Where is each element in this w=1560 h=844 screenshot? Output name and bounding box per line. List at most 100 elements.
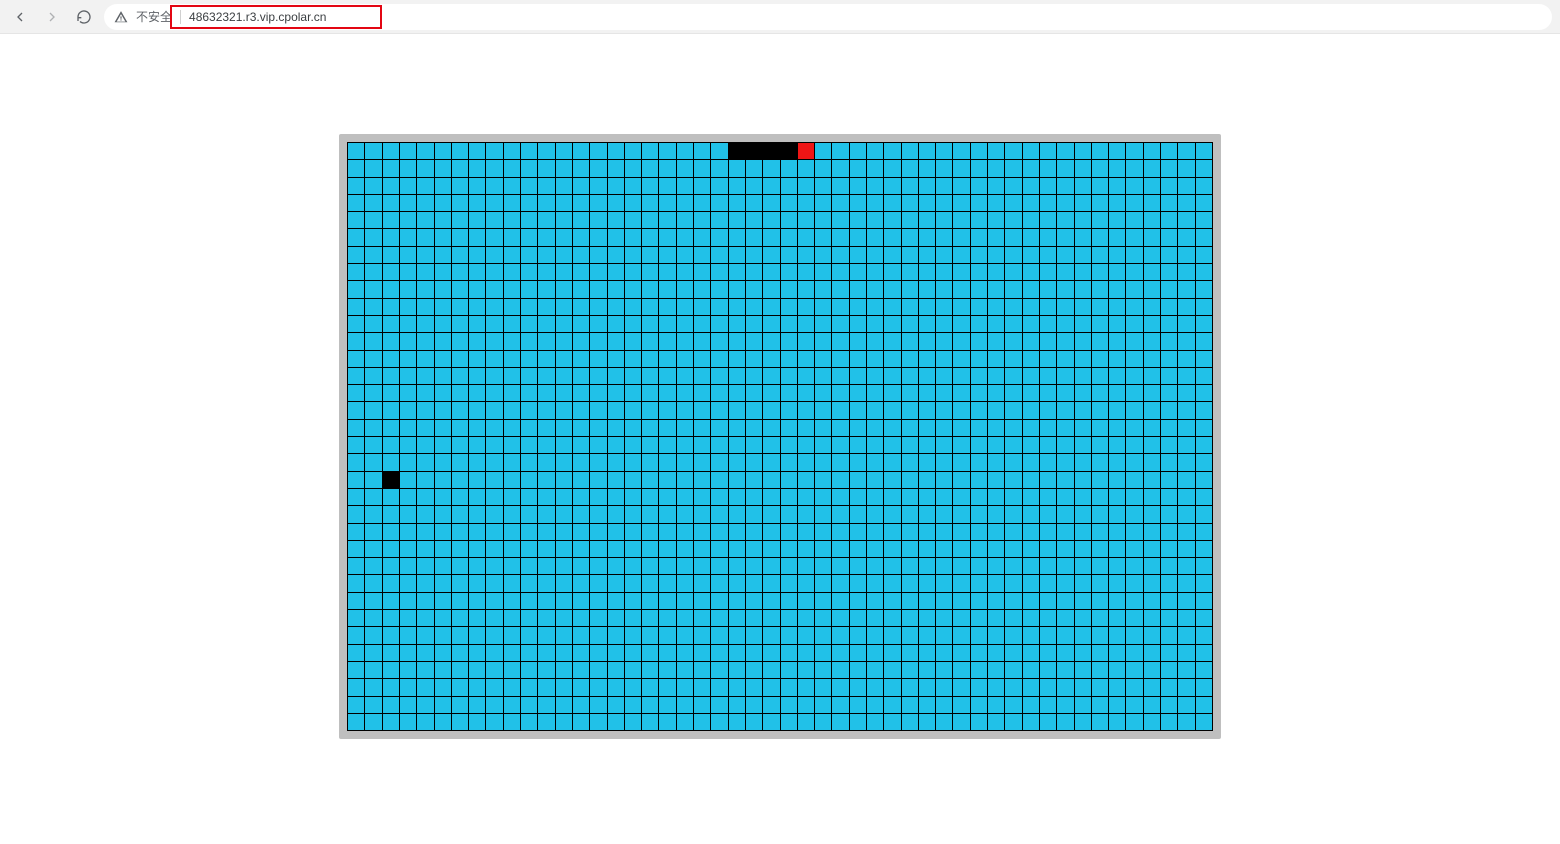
snake-game-board[interactable] (347, 142, 1213, 731)
grid-cell (469, 299, 485, 315)
grid-cell (832, 368, 848, 384)
grid-cell (486, 351, 502, 367)
grid-cell (417, 437, 433, 453)
grid-cell (711, 575, 727, 591)
grid-cell (746, 506, 762, 522)
grid-cell (1161, 679, 1177, 695)
grid-cell (850, 385, 866, 401)
grid-cell (556, 351, 572, 367)
grid-cell (971, 351, 987, 367)
grid-cell (556, 402, 572, 418)
grid-cell (729, 368, 745, 384)
grid-cell (642, 454, 658, 470)
grid-cell (677, 281, 693, 297)
grid-cell (590, 610, 606, 626)
grid-cell (573, 143, 589, 159)
grid-cell (815, 627, 831, 643)
grid-cell (867, 558, 883, 574)
grid-cell (850, 420, 866, 436)
grid-cell (625, 143, 641, 159)
grid-cell (469, 316, 485, 332)
grid-cell (1092, 212, 1108, 228)
grid-cell (763, 627, 779, 643)
back-button[interactable] (8, 5, 32, 29)
grid-cell (556, 160, 572, 176)
grid-cell (417, 368, 433, 384)
grid-cell (1023, 385, 1039, 401)
grid-cell (729, 697, 745, 713)
reload-button[interactable] (72, 5, 96, 29)
grid-cell (1057, 247, 1073, 263)
grid-cell (867, 264, 883, 280)
grid-cell (711, 264, 727, 280)
grid-cell (850, 178, 866, 194)
grid-cell (988, 160, 1004, 176)
grid-cell (573, 627, 589, 643)
grid-cell (902, 593, 918, 609)
grid-cell (867, 281, 883, 297)
grid-cell (469, 212, 485, 228)
grid-cell (1005, 610, 1021, 626)
grid-cell (919, 368, 935, 384)
grid-cell (642, 178, 658, 194)
grid-cell (659, 299, 675, 315)
grid-cell (711, 506, 727, 522)
grid-cell (1023, 402, 1039, 418)
grid-cell (1144, 541, 1160, 557)
grid-cell (435, 299, 451, 315)
grid-cell (556, 229, 572, 245)
grid-cell (850, 714, 866, 730)
grid-cell (1023, 195, 1039, 211)
grid-cell (815, 489, 831, 505)
grid-cell (521, 506, 537, 522)
grid-cell (1023, 212, 1039, 228)
grid-cell (659, 575, 675, 591)
grid-cell (832, 212, 848, 228)
grid-cell (538, 420, 554, 436)
grid-cell (452, 472, 468, 488)
insecure-label: 不安全 (136, 8, 172, 25)
grid-cell (867, 195, 883, 211)
grid-cell (763, 593, 779, 609)
grid-cell (1092, 541, 1108, 557)
grid-cell (815, 264, 831, 280)
grid-cell (608, 229, 624, 245)
grid-cell (867, 402, 883, 418)
grid-cell (1161, 714, 1177, 730)
grid-cell (867, 143, 883, 159)
grid-cell (1144, 472, 1160, 488)
address-bar[interactable]: 不安全 48632321.r3.vip.cpolar.cn (104, 4, 1552, 30)
grid-cell (452, 247, 468, 263)
grid-cell (590, 472, 606, 488)
grid-cell (1075, 558, 1091, 574)
grid-cell (608, 697, 624, 713)
grid-cell (573, 454, 589, 470)
grid-cell (781, 472, 797, 488)
forward-button[interactable] (40, 5, 64, 29)
grid-cell (815, 593, 831, 609)
grid-cell (1196, 333, 1212, 349)
grid-cell (988, 316, 1004, 332)
grid-cell (832, 697, 848, 713)
grid-cell (1075, 679, 1091, 695)
grid-cell (815, 247, 831, 263)
grid-cell (573, 178, 589, 194)
grid-cell (348, 178, 364, 194)
grid-cell (694, 472, 710, 488)
grid-cell (1178, 524, 1194, 540)
grid-cell (729, 160, 745, 176)
grid-cell (590, 714, 606, 730)
grid-cell (832, 541, 848, 557)
grid-cell (383, 593, 399, 609)
grid-cell (867, 489, 883, 505)
grid-cell (521, 212, 537, 228)
grid-cell (1040, 593, 1056, 609)
grid-cell (1057, 575, 1073, 591)
grid-cell (988, 299, 1004, 315)
grid-cell (971, 143, 987, 159)
grid-cell (1092, 662, 1108, 678)
grid-cell (365, 264, 381, 280)
grid-cell (469, 662, 485, 678)
grid-cell (746, 524, 762, 540)
grid-cell (383, 420, 399, 436)
